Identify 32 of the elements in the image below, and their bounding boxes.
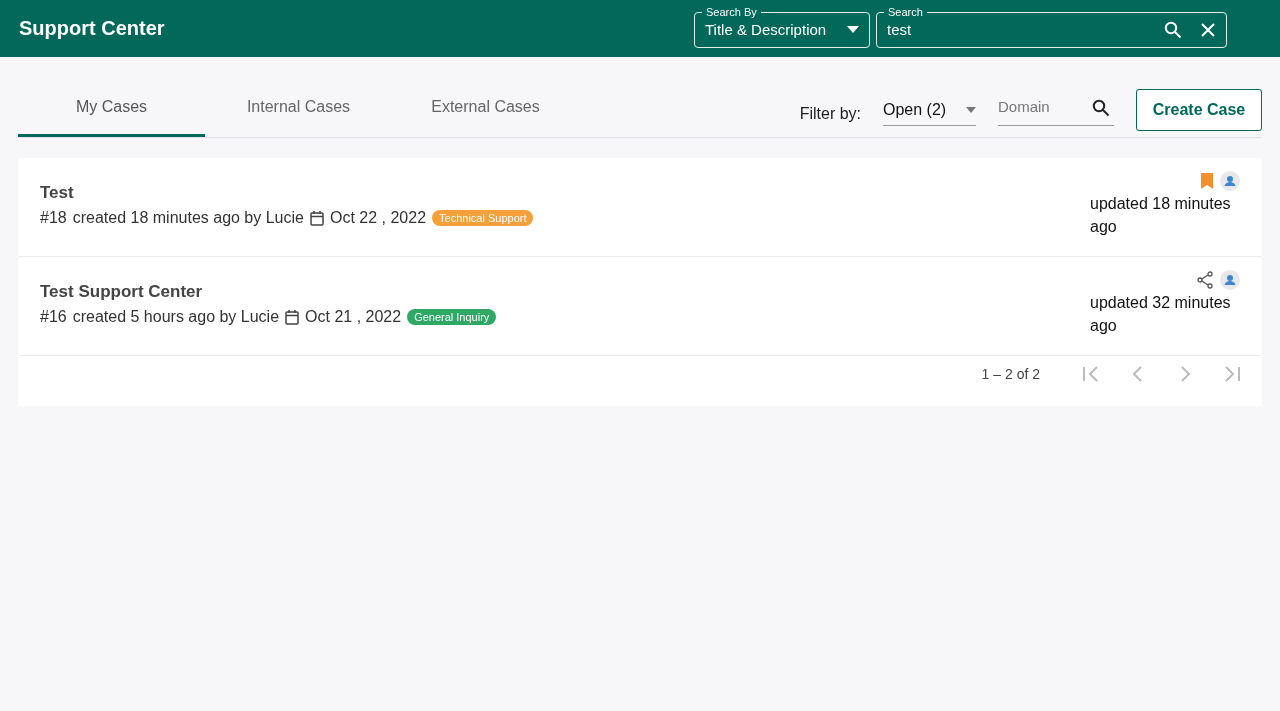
status-dropdown[interactable]: Open (2) (883, 94, 976, 126)
page-range: 1 – 2 of 2 (981, 366, 1040, 382)
user-avatar-icon[interactable] (1220, 171, 1240, 191)
caret-icon (966, 106, 976, 113)
tab[interactable]: Internal Cases (205, 80, 392, 137)
case-created: created 18 minutes ago by Lucie (72, 209, 304, 227)
filter-label: Filter by: (799, 105, 861, 123)
domain-field[interactable]: Domain (998, 94, 1114, 126)
case-number: #18 (40, 209, 67, 227)
create-case-button[interactable]: Create Case (1136, 89, 1262, 131)
case-number: #16 (40, 308, 67, 326)
search-icon[interactable] (1164, 20, 1182, 39)
app-title: Support Center (19, 17, 165, 40)
tab[interactable]: My Cases (18, 80, 205, 137)
calendar-icon (309, 210, 324, 226)
caret-icon (847, 26, 859, 33)
case-title[interactable]: Test (40, 183, 534, 203)
close-icon[interactable] (1200, 21, 1216, 38)
share-icon[interactable] (1196, 271, 1214, 289)
bookmark-icon[interactable] (1200, 173, 1214, 189)
tab[interactable]: External Cases (392, 80, 579, 137)
case-title[interactable]: Test Support Center (40, 282, 497, 302)
category-tag: General Inquiry (407, 309, 497, 325)
case-date: Oct 21 , 2022 (305, 308, 402, 326)
case-date: Oct 22 , 2022 (329, 209, 427, 227)
updated-time: updated 18 minutes ago (1090, 194, 1232, 237)
calendar-icon (285, 309, 300, 325)
user-avatar-icon[interactable] (1220, 270, 1240, 290)
category-tag: Technical Support (432, 210, 534, 226)
search-icon[interactable] (1092, 98, 1110, 117)
updated-time: updated 32 minutes ago (1090, 293, 1232, 336)
case-created: created 5 hours ago by Lucie (72, 308, 280, 326)
